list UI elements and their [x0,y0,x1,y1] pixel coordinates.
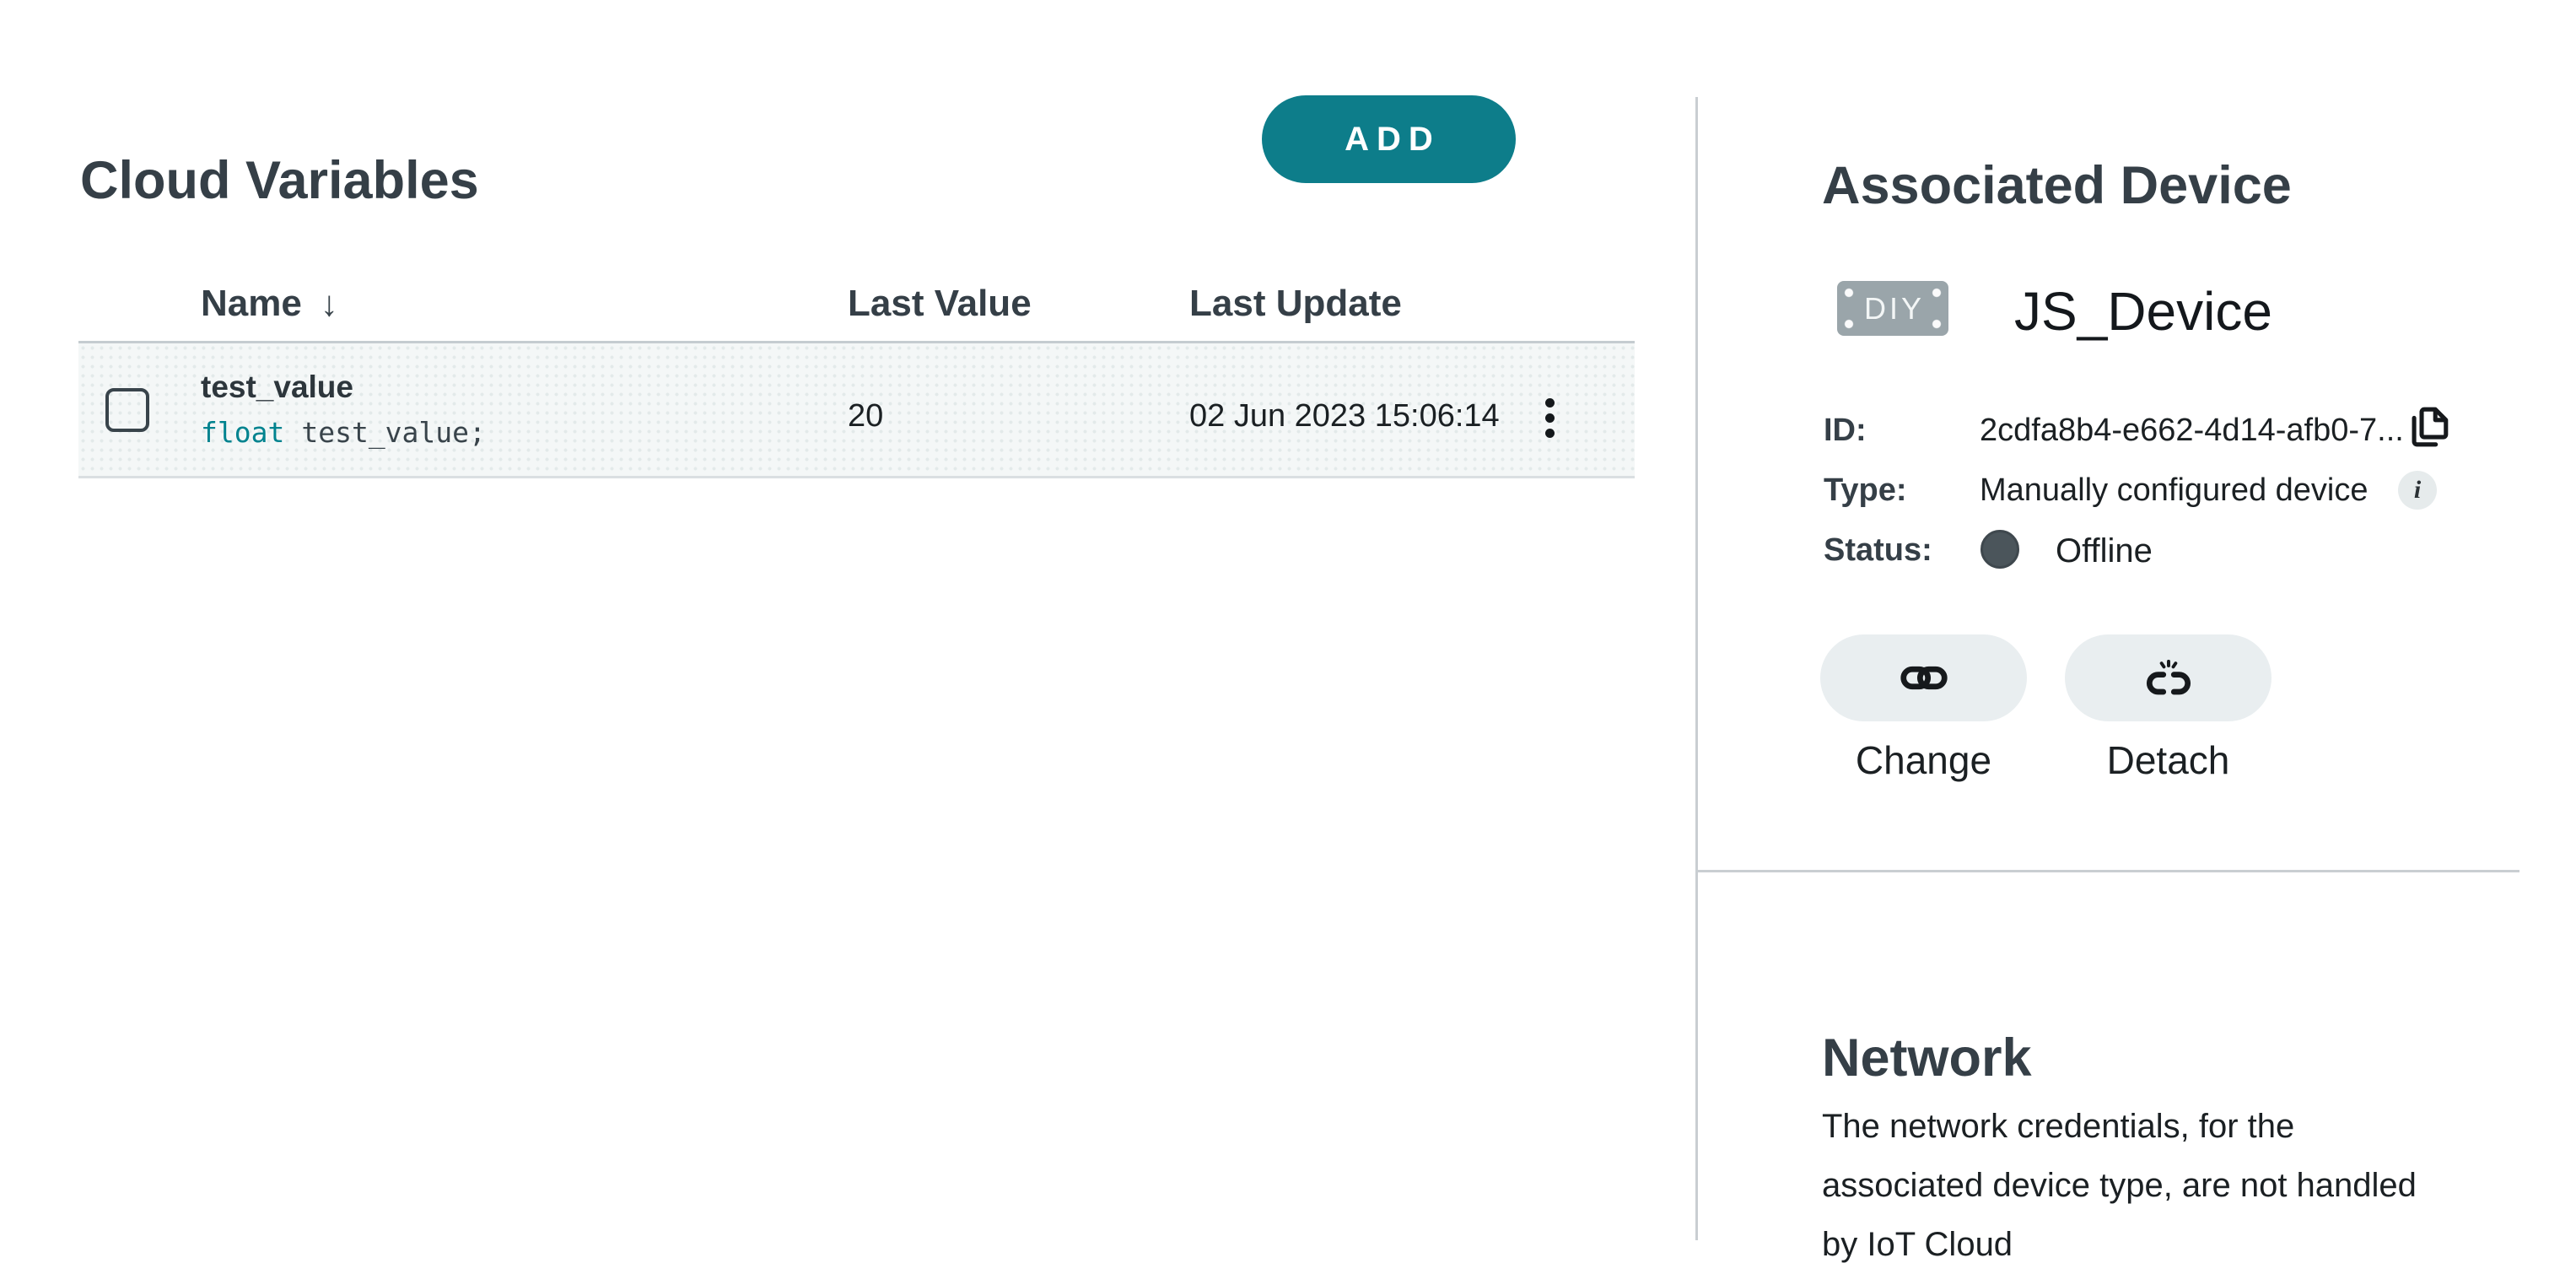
broken-link-icon [2145,660,2192,697]
cell-last-update: 02 Jun 2023 15:06:14 [1189,398,1500,435]
diy-board-badge: DIY [1837,281,1948,336]
status-offline-dot-icon [1981,530,2019,569]
type-info-icon[interactable]: i [2398,471,2437,510]
info-icon-glyph: i [2414,476,2421,505]
row-options-kebab-icon[interactable] [1528,386,1571,450]
table-row[interactable]: test_value float test_value; 20 02 Jun 20… [78,341,1635,478]
associated-device-title: Associated Device [1822,155,2292,216]
variable-declaration: float test_value; [201,416,486,450]
variable-declaration-rest: test_value; [301,416,486,449]
copy-icon [2404,402,2453,451]
variable-name: test_value [201,369,486,406]
sort-descending-icon: ↓ [321,286,338,321]
diy-board-badge-label: DIY [1861,291,1925,327]
network-description-line: associated device type, are not handled [1822,1156,2564,1215]
add-variable-button-label: ADD [1337,121,1441,159]
variable-type-keyword: float [201,416,284,449]
kebab-dot [1545,413,1555,423]
network-description: The network credentials, for the associa… [1822,1097,2564,1274]
device-type-value: Manually configured device [1980,472,2369,509]
kebab-dot [1545,429,1555,438]
network-description-line: The network credentials, for the [1822,1097,2564,1156]
network-description-line: by IoT Cloud [1822,1215,2564,1274]
row-checkbox[interactable] [105,388,149,432]
device-status-label: Status: [1824,532,1932,569]
copy-id-icon[interactable] [2403,402,2454,454]
kebab-dot [1545,398,1555,408]
panel-vertical-divider [1695,97,1698,1240]
link-icon [1900,664,1948,692]
device-id-label: ID: [1824,413,1867,449]
column-header-name-label: Name [201,283,302,325]
detach-device-label: Detach [2065,737,2272,783]
column-header-name[interactable]: Name ↓ [201,283,338,325]
device-status-value: Offline [2056,532,2153,570]
change-device-label: Change [1820,737,2027,783]
section-divider [1697,870,2519,872]
device-type-label: Type: [1824,472,1907,509]
device-name: JS_Device [2014,280,2272,343]
network-title: Network [1822,1028,2032,1088]
device-id-value: 2cdfa8b4-e662-4d14-afb0-7... [1980,413,2404,449]
column-header-last-value: Last Value [848,283,1032,325]
add-variable-button[interactable]: ADD [1262,95,1516,183]
detach-device-button[interactable] [2065,634,2272,721]
cell-last-value: 20 [848,398,883,435]
cell-variable-name: test_value float test_value; [201,369,486,450]
column-header-last-update: Last Update [1189,283,1402,325]
change-device-button[interactable] [1820,634,2027,721]
page-title: Cloud Variables [80,150,479,211]
